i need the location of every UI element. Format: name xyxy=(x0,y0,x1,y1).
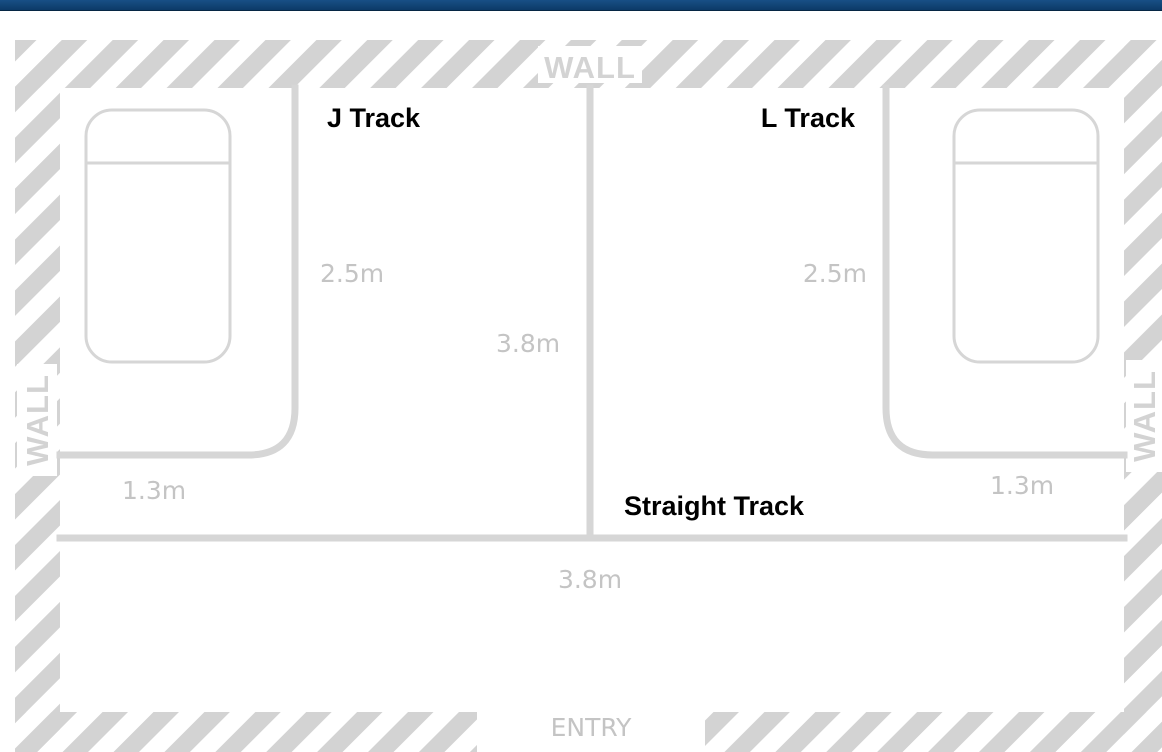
wall-label-right: WALL xyxy=(1126,360,1162,472)
wall-label-top: WALL xyxy=(538,46,642,85)
j-track-line xyxy=(56,84,299,459)
wall-label-left: WALL xyxy=(17,364,57,476)
dimension-bottom-horizontal: 3.8m xyxy=(558,565,622,594)
bottom-wall-left xyxy=(15,712,477,752)
wall-label-right-text: WALL xyxy=(1127,370,1162,462)
l-track-label: L Track xyxy=(761,103,856,133)
dimension-j-vertical: 2.5m xyxy=(320,259,384,288)
wall-label-left-text: WALL xyxy=(20,374,55,466)
bottom-wall-right xyxy=(705,712,1162,752)
j-track-label: J Track xyxy=(327,103,421,133)
dimension-center-vertical: 3.8m xyxy=(496,329,560,358)
floor-plan: WALL WALL WALL ENTRY J Track L Track Str… xyxy=(15,40,1162,752)
dimension-l-vertical: 2.5m xyxy=(803,259,867,288)
bed-right-icon xyxy=(952,108,1100,364)
dimension-right-horizontal: 1.3m xyxy=(990,471,1054,500)
bed-left-icon xyxy=(84,108,232,364)
straight-track-label: Straight Track xyxy=(624,491,805,521)
l-track-line xyxy=(882,84,1128,459)
entry-label: ENTRY xyxy=(551,713,633,742)
dimension-left-horizontal: 1.3m xyxy=(122,476,186,505)
wall-label-top-text: WALL xyxy=(544,50,636,85)
track-lines xyxy=(56,84,1128,542)
